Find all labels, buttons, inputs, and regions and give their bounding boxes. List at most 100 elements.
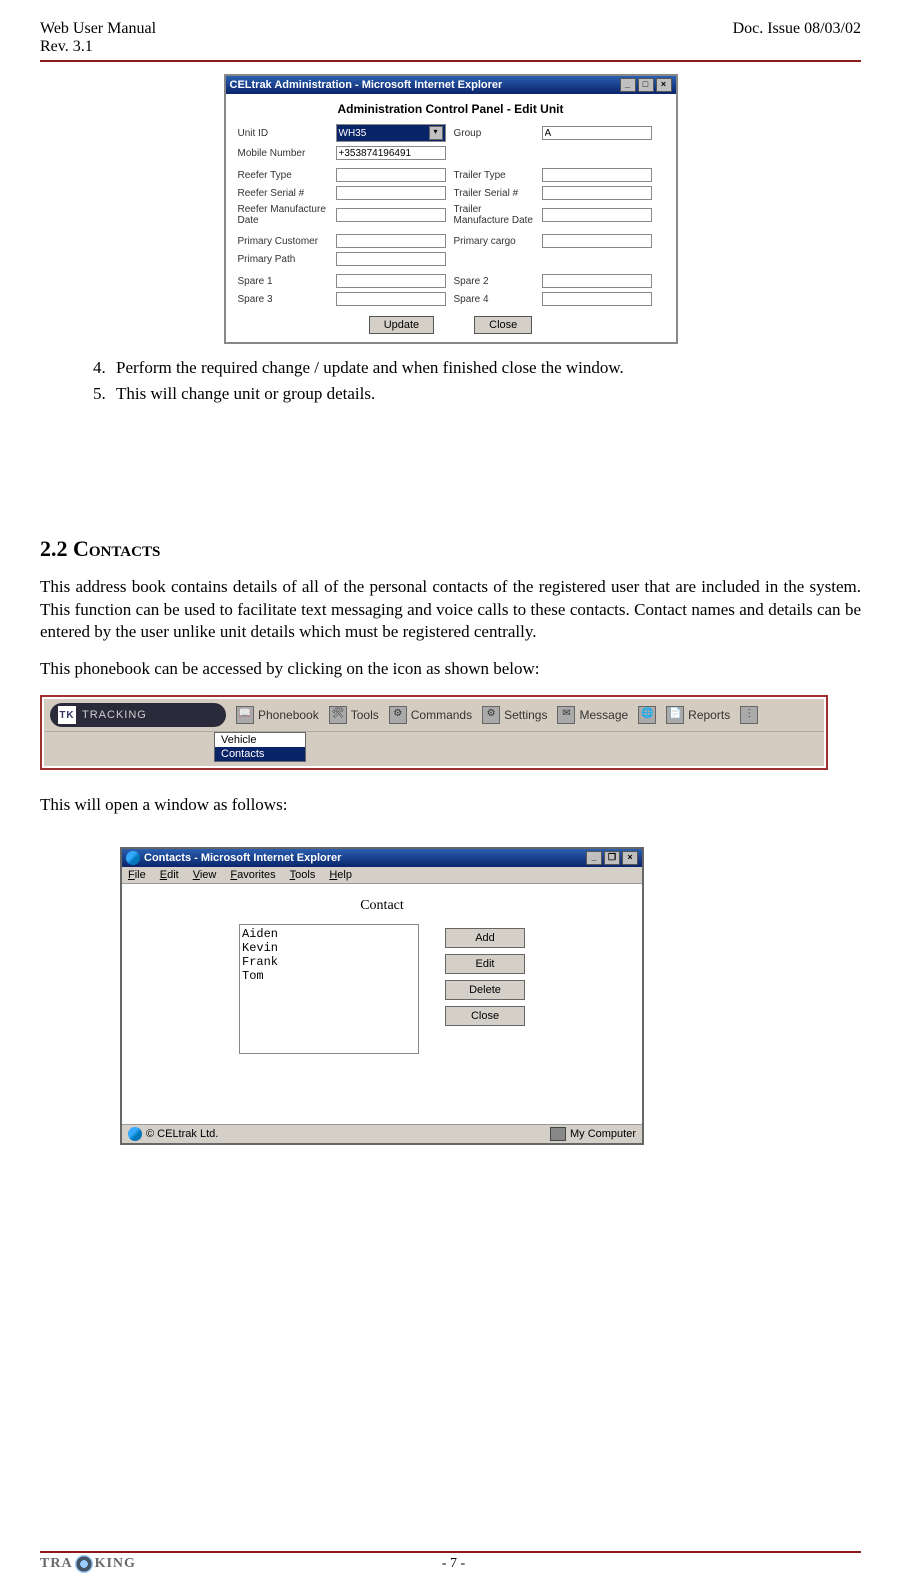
maximize-icon[interactable]: ❐ (604, 851, 620, 865)
unit-id-select[interactable]: WH35 ▾ (336, 124, 446, 142)
reefer-serial-label: Reefer Serial # (238, 188, 328, 199)
primary-path-input[interactable] (336, 252, 446, 266)
primary-cargo-input[interactable] (542, 234, 652, 248)
toolbar-tools[interactable]: 🛠 Tools (329, 706, 379, 724)
close-icon[interactable]: × (622, 851, 638, 865)
logo-icon: TK (58, 706, 76, 724)
contacts-listbox[interactable]: Aiden Kevin Frank Tom (239, 924, 419, 1054)
phonebook-icon: 📖 (236, 706, 254, 724)
toolbar-phonebook[interactable]: 📖 Phonebook (236, 706, 319, 724)
header-rev: Rev. 3.1 (40, 38, 93, 55)
toolbar-message[interactable]: ✉ Message (557, 706, 628, 724)
app-logo: TK TRACKING (50, 703, 226, 727)
trailer-type-input[interactable] (542, 168, 652, 182)
ie-icon (128, 1127, 142, 1141)
minimize-icon[interactable]: _ (620, 78, 636, 92)
menubar: File Edit View Favorites Tools Help (122, 867, 642, 884)
primary-customer-input[interactable] (336, 234, 446, 248)
list-item[interactable]: Tom (242, 969, 416, 983)
contacts-window-figure: Contacts - Microsoft Internet Explorer _… (120, 847, 644, 1145)
list-item: Perform the required change / update and… (110, 356, 861, 380)
mobile-input[interactable] (336, 146, 446, 160)
list-item[interactable]: Frank (242, 955, 416, 969)
menu-view[interactable]: View (193, 869, 217, 881)
spare3-input[interactable] (336, 292, 446, 306)
spare3-label: Spare 3 (238, 294, 328, 305)
trailer-type-label: Trailer Type (454, 170, 534, 181)
body-paragraph: This will open a window as follows: (40, 794, 861, 817)
wheel-icon (75, 1555, 93, 1573)
delete-button[interactable]: Delete (445, 980, 525, 1000)
panel-title: Administration Control Panel - Edit Unit (238, 102, 664, 116)
reports-icon: 📄 (666, 706, 684, 724)
group-input[interactable] (542, 126, 652, 140)
trailer-mfg-input[interactable] (542, 208, 652, 222)
contacts-heading: Contact (142, 898, 622, 914)
page-number: - 7 - (136, 1556, 771, 1572)
status-right: My Computer (570, 1128, 636, 1140)
list-item[interactable]: Kevin (242, 941, 416, 955)
reefer-type-input[interactable] (336, 168, 446, 182)
unit-id-value: WH35 (339, 128, 367, 139)
body-paragraph: This address book contains details of al… (40, 576, 861, 645)
trailer-mfg-label: Trailer Manufacture Date (454, 204, 534, 226)
section-heading: 2.2 Contacts (40, 536, 861, 562)
window-title: Contacts - Microsoft Internet Explorer (144, 852, 341, 864)
dropdown-item-vehicle[interactable]: Vehicle (215, 733, 305, 747)
reefer-mfg-input[interactable] (336, 208, 446, 222)
toolbar-globe[interactable]: 🌐 (638, 706, 656, 724)
menu-edit[interactable]: Edit (160, 869, 179, 881)
update-button[interactable]: Update (369, 316, 434, 334)
phonebook-dropdown[interactable]: Vehicle Contacts (214, 732, 306, 762)
spare1-input[interactable] (336, 274, 446, 288)
menu-file[interactable]: File (128, 869, 146, 881)
group-label: Group (454, 128, 534, 139)
list-item: This will change unit or group details. (110, 382, 861, 406)
unit-id-label: Unit ID (238, 128, 328, 139)
maximize-icon[interactable]: □ (638, 78, 654, 92)
toolbar-reports[interactable]: 📄 Reports (666, 706, 730, 724)
admin-window-figure: CELtrak Administration - Microsoft Inter… (224, 74, 678, 344)
primary-customer-label: Primary Customer (238, 236, 328, 247)
status-left: © CELtrak Ltd. (146, 1128, 218, 1140)
close-button[interactable]: Close (445, 1006, 525, 1026)
toolbar-commands[interactable]: ⚙ Commands (389, 706, 472, 724)
globe-icon: 🌐 (638, 706, 656, 724)
menu-help[interactable]: Help (329, 869, 352, 881)
reefer-serial-input[interactable] (336, 186, 446, 200)
computer-icon (550, 1127, 566, 1141)
header-issue: Doc. Issue 08/03/02 (733, 20, 861, 56)
mobile-label: Mobile Number (238, 148, 328, 159)
menu-favorites[interactable]: Favorites (230, 869, 275, 881)
settings-icon: ⚙ (482, 706, 500, 724)
reefer-mfg-label: Reefer Manufacture Date (238, 204, 328, 226)
toolbar-figure: TK TRACKING 📖 Phonebook 🛠 Tools ⚙ Comman… (40, 695, 828, 770)
section-number: 2.2 (40, 536, 68, 561)
dropdown-item-contacts[interactable]: Contacts (215, 747, 305, 761)
spare4-label: Spare 4 (454, 294, 534, 305)
spare2-label: Spare 2 (454, 276, 534, 287)
spare2-input[interactable] (542, 274, 652, 288)
header-rule (40, 60, 861, 62)
toolbar-extra[interactable]: ⋮ (740, 706, 758, 724)
edit-button[interactable]: Edit (445, 954, 525, 974)
page-header: Web User Manual Rev. 3.1 Doc. Issue 08/0… (40, 20, 861, 56)
titlebar: CELtrak Administration - Microsoft Inter… (226, 76, 676, 94)
menu-tools[interactable]: Tools (290, 869, 316, 881)
footer-logo: TRAKING (40, 1555, 136, 1573)
statusbar: © CELtrak Ltd. My Computer (122, 1124, 642, 1143)
primary-path-label: Primary Path (238, 254, 328, 265)
toolbar-settings[interactable]: ⚙ Settings (482, 706, 547, 724)
spare1-label: Spare 1 (238, 276, 328, 287)
spare4-input[interactable] (542, 292, 652, 306)
commands-icon: ⚙ (389, 706, 407, 724)
header-title: Web User Manual (40, 20, 156, 37)
list-item[interactable]: Aiden (242, 927, 416, 941)
add-button[interactable]: Add (445, 928, 525, 948)
instruction-list: Perform the required change / update and… (70, 356, 861, 406)
chevron-down-icon[interactable]: ▾ (429, 126, 443, 140)
trailer-serial-input[interactable] (542, 186, 652, 200)
minimize-icon[interactable]: _ (586, 851, 602, 865)
close-icon[interactable]: × (656, 78, 672, 92)
close-button[interactable]: Close (474, 316, 532, 334)
